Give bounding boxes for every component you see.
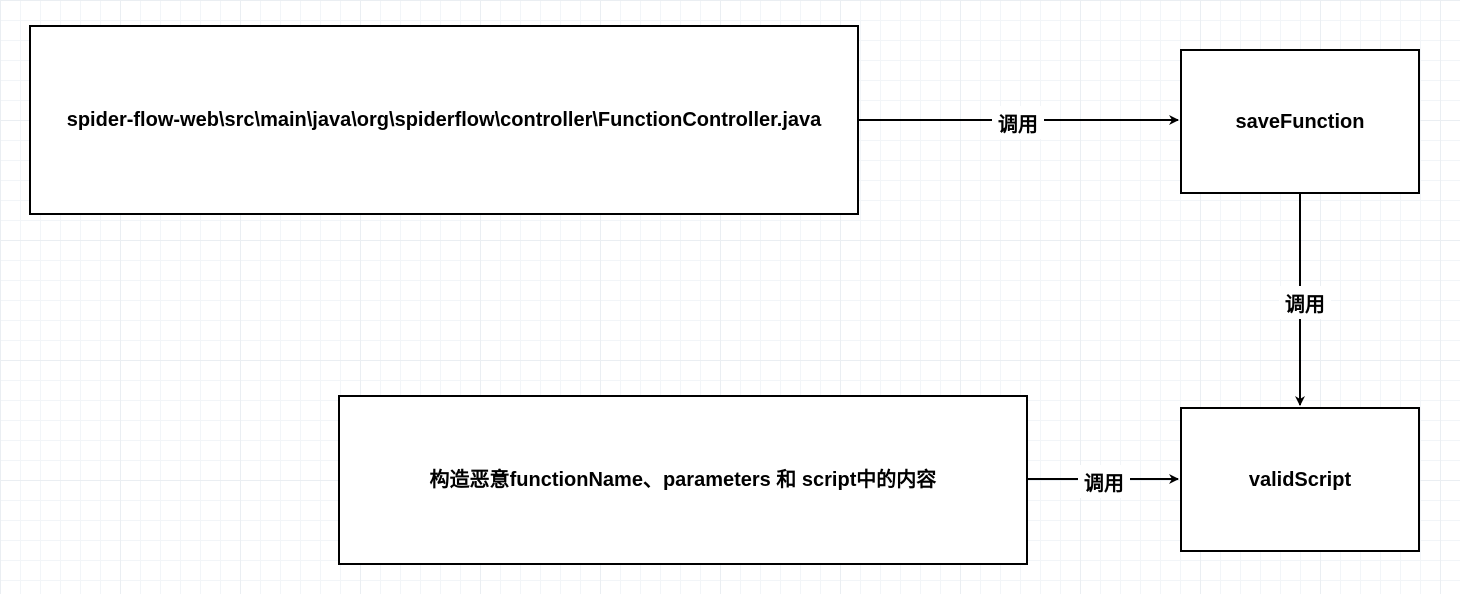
node-controller: spider-flow-web\src\main\java\org\spider…	[29, 25, 859, 215]
node-valid-script: validScript	[1180, 407, 1420, 552]
node-payload-label: 构造恶意functionName、parameters 和 script中的内容	[430, 467, 937, 493]
edge-label-save-to-valid: 调用	[1279, 286, 1331, 319]
edge-label-controller-to-save: 调用	[992, 106, 1044, 139]
edge-label-payload-to-valid: 调用	[1078, 465, 1130, 498]
node-payload: 构造恶意functionName、parameters 和 script中的内容	[338, 395, 1028, 565]
edge-label-text-3: 调用	[1084, 467, 1124, 496]
node-controller-label: spider-flow-web\src\main\java\org\spider…	[67, 107, 822, 133]
node-save-function: saveFunction	[1180, 49, 1420, 194]
edge-label-text-1: 调用	[998, 108, 1038, 137]
node-valid-script-label: validScript	[1249, 467, 1351, 493]
edge-label-text-2: 调用	[1285, 288, 1325, 317]
node-save-function-label: saveFunction	[1236, 109, 1365, 135]
